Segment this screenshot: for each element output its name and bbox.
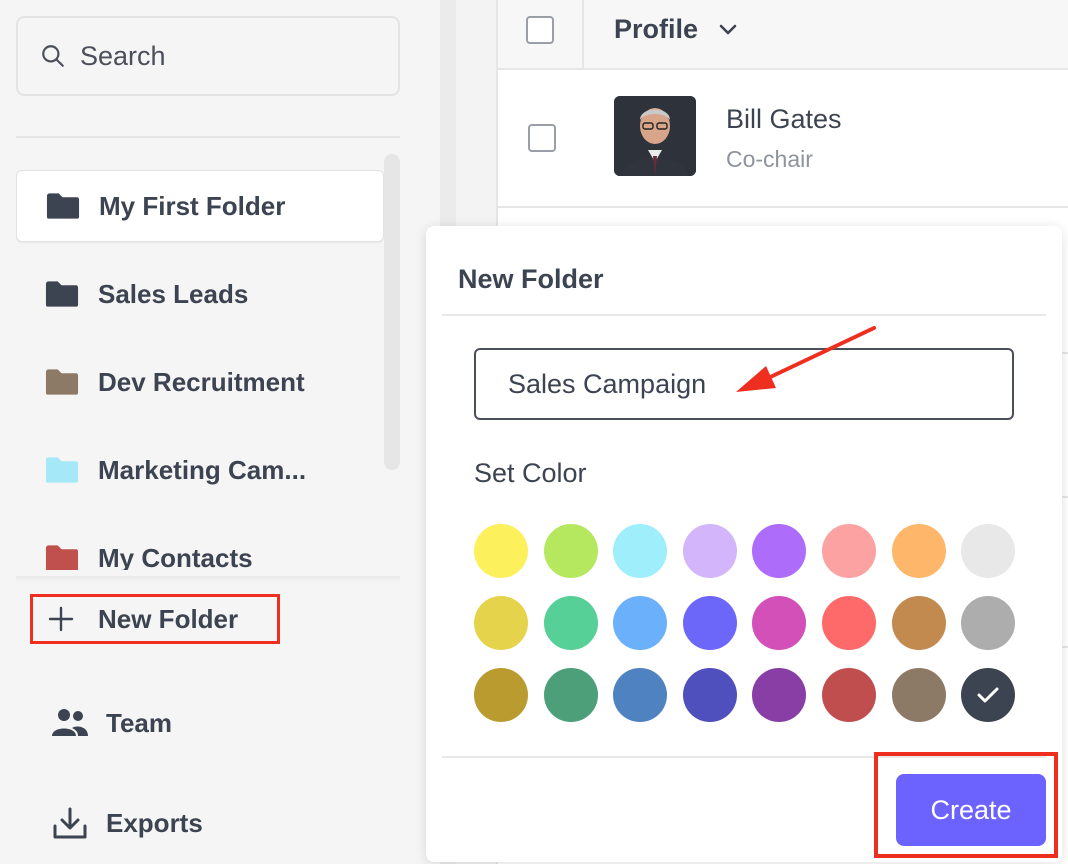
search-icon (42, 45, 64, 67)
color-swatch[interactable] (822, 668, 876, 722)
color-swatch[interactable] (891, 668, 946, 722)
folder-label: My First Folder (99, 190, 286, 221)
download-icon (53, 807, 87, 839)
color-swatch[interactable] (474, 596, 528, 650)
table-header: Profile (498, 0, 1068, 70)
column-header-profile[interactable]: Profile (614, 14, 698, 45)
checkmark-icon (977, 687, 999, 703)
dialog-divider (442, 756, 1046, 758)
color-swatch[interactable] (543, 668, 598, 722)
folder-name-input[interactable] (474, 348, 1014, 420)
sidebar-divider (16, 136, 400, 138)
folder-icon (45, 281, 79, 307)
plus-icon (48, 606, 74, 632)
nav-item-label: Team (106, 707, 172, 738)
nav-item-label: Exports (106, 807, 203, 838)
folder-item[interactable]: Sales Leads (16, 258, 384, 330)
folder-list-shadow (16, 576, 400, 582)
sidebar: Search My First Folder Sales Leads Dev Rec… (0, 0, 440, 864)
color-swatch[interactable] (543, 596, 598, 650)
folder-label: My Contacts (98, 542, 253, 571)
color-swatch-selected[interactable] (961, 668, 1016, 722)
color-swatch[interactable] (822, 596, 876, 650)
color-swatch[interactable] (474, 668, 528, 722)
color-swatch[interactable] (474, 524, 528, 578)
new-folder-label: New Folder (98, 603, 239, 634)
search-placeholder: Search (80, 40, 166, 71)
nav-item-team[interactable]: Team (50, 698, 172, 748)
table-row[interactable]: Bill Gates Co-chair (498, 70, 1068, 208)
color-swatch[interactable] (961, 596, 1016, 650)
color-swatch[interactable] (891, 596, 946, 650)
color-swatch[interactable] (682, 596, 737, 650)
create-button[interactable]: Create (896, 774, 1046, 846)
folder-item[interactable]: My First Folder (16, 170, 384, 242)
new-folder-dialog: New Folder Set Color Create (426, 226, 1062, 862)
search-input[interactable]: Search (16, 16, 400, 96)
color-swatch-grid (474, 524, 1018, 724)
person-photo (614, 96, 696, 176)
folder-icon (45, 457, 79, 483)
person-name[interactable]: Bill Gates (726, 104, 842, 135)
folder-icon (45, 545, 79, 570)
new-folder-button[interactable]: New Folder (30, 594, 280, 644)
header-separator (582, 0, 584, 68)
folder-label: Sales Leads (98, 278, 249, 309)
color-swatch[interactable] (752, 596, 807, 650)
folder-label: Marketing Cam... (98, 454, 307, 485)
color-swatch[interactable] (752, 524, 807, 578)
dialog-title: New Folder (458, 264, 604, 294)
row-checkbox[interactable] (528, 124, 556, 152)
set-color-label: Set Color (474, 458, 587, 488)
color-swatch[interactable] (682, 524, 737, 578)
folder-icon (45, 369, 79, 395)
person-role: Co-chair (726, 146, 813, 172)
chevron-down-icon[interactable] (716, 18, 740, 42)
color-swatch[interactable] (891, 524, 946, 578)
folder-list: My First Folder Sales Leads Dev Recruitmen… (16, 170, 384, 570)
dialog-divider (442, 314, 1046, 316)
folder-item[interactable]: Marketing Cam... (16, 434, 384, 506)
folder-item[interactable]: My Contacts (16, 522, 384, 570)
folder-label: Dev Recruitment (98, 366, 305, 397)
color-swatch[interactable] (682, 668, 737, 722)
color-swatch[interactable] (613, 596, 668, 650)
color-swatch[interactable] (961, 524, 1016, 578)
select-all-checkbox[interactable] (526, 16, 554, 44)
folder-icon (46, 193, 80, 219)
color-swatch[interactable] (613, 668, 668, 722)
color-swatch[interactable] (613, 524, 668, 578)
nav-item-exports[interactable]: Exports (50, 798, 203, 848)
avatar (614, 96, 696, 176)
color-swatch[interactable] (543, 524, 598, 578)
folder-item[interactable]: Dev Recruitment (16, 346, 384, 418)
color-swatch[interactable] (822, 524, 876, 578)
color-swatch[interactable] (752, 668, 807, 722)
folder-list-scrollbar[interactable] (384, 154, 400, 470)
team-icon (52, 709, 88, 736)
